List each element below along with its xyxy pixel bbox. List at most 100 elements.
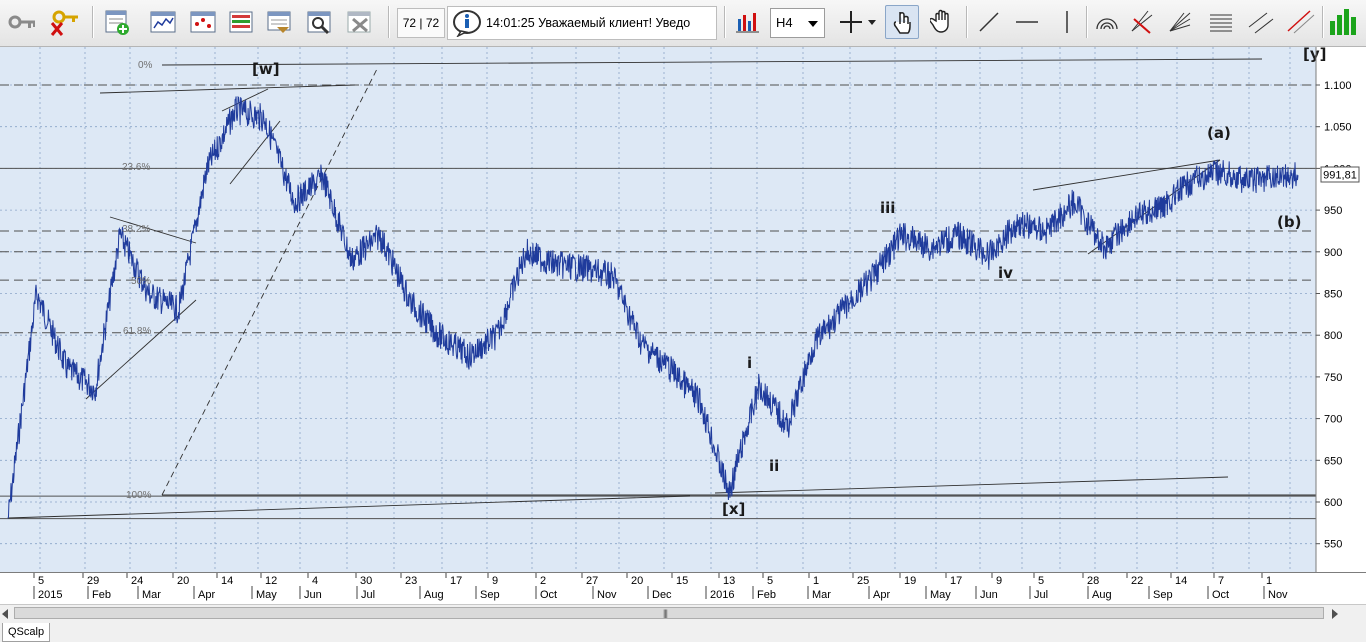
connection-counter: 72 | 72 <box>397 8 445 38</box>
day-label: 23 <box>405 575 417 587</box>
day-label: 25 <box>857 575 869 587</box>
y-tick-label: 1.100 <box>1324 80 1352 92</box>
plot-area[interactable] <box>0 47 1316 572</box>
day-label: 17 <box>450 575 462 587</box>
scroll-thumb[interactable]: ||| <box>14 607 1324 619</box>
month-label: Feb <box>757 589 776 601</box>
month-label: Mar <box>812 589 831 601</box>
day-label: 2 <box>540 575 546 587</box>
arc-icon[interactable] <box>1090 5 1124 39</box>
day-label: 17 <box>950 575 962 587</box>
chart-points-icon[interactable] <box>186 5 220 39</box>
y-tick-label: 950 <box>1324 205 1342 217</box>
remove-icon[interactable] <box>342 5 376 39</box>
day-label: 14 <box>221 575 233 587</box>
day-label: 9 <box>492 575 498 587</box>
day-label: 24 <box>131 575 143 587</box>
day-label: 20 <box>631 575 643 587</box>
fib-label: 50% <box>131 276 151 287</box>
scroll-right-icon[interactable] <box>1332 609 1338 619</box>
search-edit-icon[interactable] <box>302 5 336 39</box>
wave-label: ii <box>769 457 779 475</box>
day-label: 1 <box>813 575 819 587</box>
price-chart[interactable]: 0% 23.6% 38.2% 50% 61.8% 100% [w] [x] [y] (a) (b)… <box>0 47 1366 572</box>
month-label: May <box>930 589 951 601</box>
y-tick-label: 700 <box>1324 414 1342 426</box>
fib-label: 38.2% <box>122 224 150 235</box>
day-label: 30 <box>360 575 372 587</box>
channel-icon[interactable] <box>1244 5 1278 39</box>
info-icon[interactable] <box>451 9 483 37</box>
day-label: 5 <box>38 575 44 587</box>
crosshair-icon[interactable] <box>834 5 882 39</box>
month-label: Jul <box>361 589 375 601</box>
day-label: 13 <box>723 575 735 587</box>
deal-icon[interactable] <box>262 5 296 39</box>
month-label: Nov <box>597 589 617 601</box>
key-icon[interactable] <box>6 5 40 39</box>
day-label: 4 <box>312 575 318 587</box>
month-label: Apr <box>198 589 215 601</box>
y-tick-label: 650 <box>1324 455 1342 467</box>
scroll-left-icon[interactable] <box>2 609 8 619</box>
tab-qscalp[interactable]: QScalp <box>2 623 51 642</box>
day-label: 9 <box>996 575 1002 587</box>
volume-bars-icon[interactable] <box>1328 5 1362 39</box>
y-tick-label: 850 <box>1324 289 1342 301</box>
month-label: Mar <box>142 589 161 601</box>
price-tag: 991,81 <box>1320 166 1360 183</box>
ticker-text: 14:01:25 Уважаемый клиент! Уведо <box>486 16 691 30</box>
month-label: Jul <box>1034 589 1048 601</box>
timeframe-select[interactable]: H4 <box>770 8 825 38</box>
pitchfork-icon[interactable] <box>1125 5 1159 39</box>
day-label: 12 <box>265 575 277 587</box>
hand-drag-icon[interactable] <box>925 5 959 39</box>
grip-icon: ||| <box>663 608 668 618</box>
y-tick-label: 750 <box>1324 372 1342 384</box>
wave-label: (a) <box>1207 124 1231 142</box>
month-label: Sep <box>480 589 500 601</box>
bars-icon[interactable] <box>146 5 180 39</box>
horizontal-scrollbar[interactable]: ||| <box>0 604 1366 623</box>
y-tick-label: 600 <box>1324 497 1342 509</box>
fib-label: 23.6% <box>122 162 150 173</box>
day-label: 29 <box>87 575 99 587</box>
day-label: 5 <box>767 575 773 587</box>
day-label: 27 <box>586 575 598 587</box>
timeframe-value: H4 <box>776 15 793 30</box>
month-label: Jun <box>980 589 998 601</box>
wave-label: (b) <box>1277 213 1301 231</box>
month-label: Feb <box>92 589 111 601</box>
day-label: 28 <box>1087 575 1099 587</box>
vertical-line-icon[interactable] <box>1050 5 1084 39</box>
indicator-icon[interactable] <box>731 5 765 39</box>
day-label: 19 <box>904 575 916 587</box>
news-ticker[interactable]: 14:01:25 Уважаемый клиент! Уведо <box>447 6 717 40</box>
y-tick-label: 1.050 <box>1324 122 1352 134</box>
key-delete-icon[interactable] <box>48 5 82 39</box>
day-label: 5 <box>1038 575 1044 587</box>
channel-red-icon[interactable] <box>1284 5 1318 39</box>
fan-icon[interactable] <box>1163 5 1197 39</box>
month-label: Dec <box>652 589 672 601</box>
fib-label: 0% <box>138 60 153 71</box>
add-chart-icon[interactable] <box>100 5 134 39</box>
table-icon[interactable] <box>224 5 258 39</box>
trend-line-icon[interactable] <box>972 5 1006 39</box>
month-label: Aug <box>424 589 444 601</box>
day-label: 1 <box>1266 575 1272 587</box>
horizontal-line-icon[interactable] <box>1010 5 1044 39</box>
y-tick-label: 800 <box>1324 330 1342 342</box>
fib-label: 61.8% <box>123 326 151 337</box>
month-label: Jun <box>304 589 322 601</box>
fibo-levels-icon[interactable] <box>1204 5 1238 39</box>
month-label: 2016 <box>710 589 734 601</box>
y-tick-label: 900 <box>1324 247 1342 259</box>
day-label: 20 <box>177 575 189 587</box>
hand-pointer-icon[interactable] <box>885 5 919 39</box>
fib-label: 100% <box>126 490 152 501</box>
wave-label: [x] <box>722 500 745 518</box>
month-label: 2015 <box>38 589 62 601</box>
chevron-down-icon <box>808 21 818 27</box>
y-tick-label: 550 <box>1324 539 1342 551</box>
